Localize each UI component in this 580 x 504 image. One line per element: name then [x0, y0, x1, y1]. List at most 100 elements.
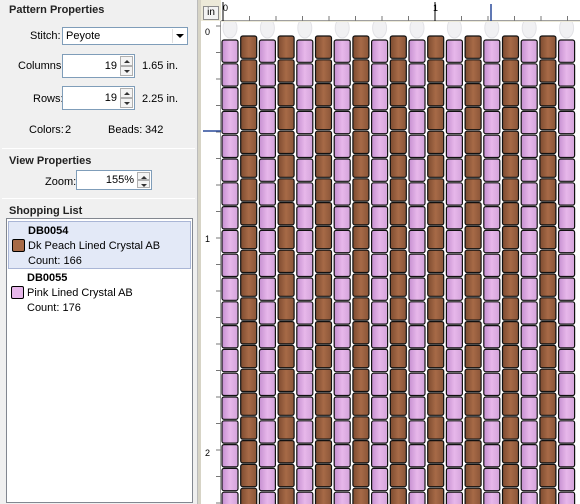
pink-bead[interactable]: [371, 39, 389, 63]
pink-bead[interactable]: [520, 420, 538, 444]
peach-bead[interactable]: [501, 202, 520, 226]
pink-bead[interactable]: [333, 491, 351, 504]
peach-bead[interactable]: [539, 440, 557, 464]
pink-bead[interactable]: [258, 253, 277, 278]
peach-bead[interactable]: [352, 202, 370, 226]
peach-bead[interactable]: [240, 321, 258, 345]
pink-bead[interactable]: [408, 301, 426, 325]
pink-bead[interactable]: [221, 325, 239, 349]
peach-bead[interactable]: [277, 35, 295, 59]
peach-bead[interactable]: [314, 202, 333, 226]
pink-bead[interactable]: [483, 420, 501, 444]
pink-bead[interactable]: [483, 86, 501, 111]
pink-bead[interactable]: [408, 444, 426, 468]
pink-bead[interactable]: [520, 467, 538, 492]
peach-bead[interactable]: [314, 249, 333, 274]
pink-bead[interactable]: [558, 301, 576, 325]
pink-bead[interactable]: [408, 182, 426, 206]
peach-bead[interactable]: [427, 35, 445, 59]
peach-bead[interactable]: [427, 225, 445, 250]
pink-bead[interactable]: [221, 396, 239, 420]
peach-bead[interactable]: [389, 321, 407, 345]
peach-bead[interactable]: [539, 392, 557, 416]
rows-decrement-icon[interactable]: [120, 98, 133, 108]
columns-increment-icon[interactable]: [120, 56, 133, 66]
pink-bead[interactable]: [296, 158, 314, 182]
pink-bead[interactable]: [333, 229, 351, 254]
peach-bead[interactable]: [352, 178, 370, 202]
pink-bead[interactable]: [296, 372, 314, 397]
peach-bead[interactable]: [389, 440, 407, 464]
peach-bead[interactable]: [352, 487, 370, 504]
peach-bead[interactable]: [352, 249, 370, 274]
pink-bead[interactable]: [408, 467, 426, 492]
pink-bead[interactable]: [371, 229, 389, 254]
peach-bead[interactable]: [314, 82, 333, 107]
pink-bead[interactable]: [296, 396, 314, 420]
peach-bead[interactable]: [352, 368, 370, 393]
zoom-stepper[interactable]: 155%: [76, 170, 152, 190]
peach-bead[interactable]: [314, 487, 333, 504]
pink-bead[interactable]: [483, 182, 501, 206]
peach-bead[interactable]: [464, 106, 482, 131]
peach-bead[interactable]: [464, 202, 482, 226]
pink-bead[interactable]: [221, 110, 239, 135]
peach-bead[interactable]: [501, 321, 520, 345]
pink-bead[interactable]: [296, 325, 314, 349]
pink-bead[interactable]: [445, 444, 463, 468]
pink-bead[interactable]: [296, 253, 314, 278]
pink-bead[interactable]: [296, 229, 314, 254]
pink-bead[interactable]: [371, 253, 389, 278]
zoom-decrement-icon[interactable]: [137, 180, 150, 188]
peach-bead[interactable]: [539, 130, 557, 155]
pink-bead[interactable]: [558, 348, 576, 373]
peach-bead[interactable]: [464, 249, 482, 274]
peach-bead[interactable]: [240, 463, 258, 488]
peach-bead[interactable]: [277, 130, 295, 155]
pink-bead[interactable]: [221, 348, 239, 373]
pink-bead[interactable]: [483, 467, 501, 492]
pink-bead[interactable]: [408, 134, 426, 159]
pink-bead[interactable]: [296, 467, 314, 492]
list-item[interactable]: DB0055 Pink Lined Crystal AB Count: 176: [8, 269, 191, 317]
pink-bead[interactable]: [296, 86, 314, 111]
pink-bead[interactable]: [371, 134, 389, 159]
peach-bead[interactable]: [389, 154, 407, 178]
peach-bead[interactable]: [501, 416, 520, 440]
pink-bead[interactable]: [258, 63, 277, 87]
peach-bead[interactable]: [539, 297, 557, 321]
peach-bead[interactable]: [277, 368, 295, 393]
pink-bead[interactable]: [445, 39, 463, 63]
pink-bead[interactable]: [520, 182, 538, 206]
pink-bead[interactable]: [408, 229, 426, 254]
zoom-increment-icon[interactable]: [137, 172, 150, 180]
pink-bead[interactable]: [333, 86, 351, 111]
peach-bead[interactable]: [427, 440, 445, 464]
peach-bead[interactable]: [539, 487, 557, 504]
peach-bead[interactable]: [389, 130, 407, 155]
pink-bead[interactable]: [408, 158, 426, 182]
pink-bead[interactable]: [483, 134, 501, 159]
pink-bead[interactable]: [558, 86, 576, 111]
pink-bead[interactable]: [258, 86, 277, 111]
peach-bead[interactable]: [539, 178, 557, 202]
peach-bead[interactable]: [277, 225, 295, 250]
peach-bead[interactable]: [240, 154, 258, 178]
pink-bead[interactable]: [371, 158, 389, 182]
pink-bead[interactable]: [408, 110, 426, 135]
peach-bead[interactable]: [501, 130, 520, 155]
pink-bead[interactable]: [445, 372, 463, 397]
pink-bead[interactable]: [558, 467, 576, 492]
pink-bead[interactable]: [520, 63, 538, 87]
rows-increment-icon[interactable]: [120, 88, 133, 98]
peach-bead[interactable]: [277, 178, 295, 202]
peach-bead[interactable]: [389, 463, 407, 488]
pink-bead[interactable]: [445, 348, 463, 373]
peach-bead[interactable]: [314, 368, 333, 393]
peach-bead[interactable]: [389, 487, 407, 504]
pink-bead[interactable]: [296, 39, 314, 63]
pink-bead[interactable]: [333, 420, 351, 444]
peach-bead[interactable]: [501, 154, 520, 178]
peach-bead[interactable]: [277, 154, 295, 178]
pink-bead[interactable]: [258, 110, 277, 135]
